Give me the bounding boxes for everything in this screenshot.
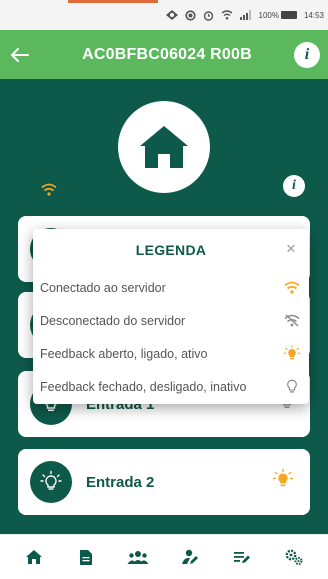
legend-item-active: Feedback aberto, ligado, ativo	[33, 337, 309, 370]
wifi-off-icon	[283, 314, 301, 327]
user-edit-icon	[182, 549, 198, 564]
notification-strip	[68, 0, 158, 3]
record-icon	[184, 9, 196, 21]
arrow-left-icon	[11, 47, 29, 62]
nav-list-edit[interactable]	[227, 542, 257, 572]
info-button[interactable]: i	[294, 41, 320, 68]
app-bar: AC0BFBC06024 R00B i	[0, 30, 328, 79]
legend-title: LEGENDA	[135, 242, 207, 258]
back-button[interactable]	[0, 30, 40, 79]
home-icon	[26, 550, 42, 564]
legend-item-label: Feedback fechado, desligado, inativo	[40, 379, 247, 394]
wifi-icon	[283, 281, 301, 294]
device-title: AC0BFBC06024 R00B	[82, 45, 252, 63]
input-badge	[30, 461, 72, 503]
legend-item-label: Feedback aberto, ligado, ativo	[40, 346, 208, 361]
bulb-on-icon	[272, 468, 294, 496]
wifi-status-icon	[221, 10, 233, 20]
close-icon[interactable]: ×	[281, 239, 301, 259]
list-edit-icon	[234, 552, 250, 563]
wifi-icon	[41, 183, 57, 201]
nav-home[interactable]	[19, 542, 49, 572]
document-icon	[80, 549, 92, 565]
legend-item-label: Conectado ao servidor	[40, 280, 166, 295]
users-icon	[127, 550, 149, 564]
input-card-entrada-2[interactable]: Entrada 2	[18, 449, 310, 515]
legend-item-connected: Conectado ao servidor	[33, 271, 309, 304]
bulb-off-icon	[283, 379, 301, 395]
nav-document[interactable]	[71, 542, 101, 572]
status-bar: 100% 14:53	[0, 0, 328, 30]
bulb-on-icon	[40, 470, 62, 490]
legend-item-disconnected: Desconectado do servidor	[33, 304, 309, 337]
legend-info-button[interactable]: i	[283, 175, 305, 197]
nav-settings[interactable]	[279, 542, 309, 572]
battery-icon	[280, 11, 297, 19]
signal-icon	[239, 10, 252, 20]
legend-item-label: Desconectado do servidor	[40, 313, 186, 328]
house-icon	[140, 126, 188, 168]
nav-users[interactable]	[123, 542, 153, 572]
alarm-icon	[203, 10, 214, 21]
cast-icon	[165, 10, 178, 20]
nav-user-edit[interactable]	[175, 542, 205, 572]
battery-percent: 100%	[258, 10, 279, 20]
clock: 14:53	[303, 10, 324, 20]
legend-header: LEGENDA ×	[33, 229, 309, 271]
home-status-button[interactable]	[118, 101, 210, 193]
input-label: Entrada 2	[86, 473, 155, 491]
legend-item-inactive: Feedback fechado, desligado, inativo	[33, 370, 309, 403]
bulb-on-icon	[283, 344, 301, 363]
legend-dialog: LEGENDA × Conectado ao servidor Desconec…	[33, 229, 309, 404]
bottom-nav	[0, 534, 328, 579]
battery-indicator: 100%	[259, 11, 297, 20]
gears-icon	[285, 549, 303, 565]
